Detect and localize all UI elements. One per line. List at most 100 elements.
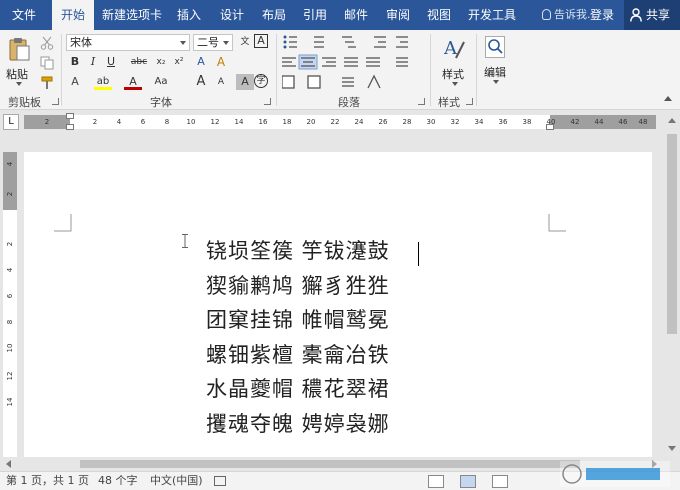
- right-indent-marker[interactable]: [546, 124, 554, 130]
- character-border-icon[interactable]: A: [254, 34, 268, 48]
- tab-home[interactable]: 开始: [52, 0, 94, 30]
- styles-launcher-icon[interactable]: [466, 98, 473, 105]
- document-area[interactable]: 铙埙筌篌 竽钹瀽鼓 猰貐鹣鸠 獬豸狌狌 团窠挂锦 帷帽鹫冕 螺钿紫檀 橐龠冶铁 …: [22, 152, 654, 457]
- ruler-number: 24: [354, 118, 364, 126]
- language-indicator[interactable]: 中文(中国): [150, 472, 203, 490]
- text-effects-dropdown[interactable]: A: [66, 74, 84, 90]
- font-size-value: 二号: [197, 36, 219, 49]
- ruler-number: 44: [594, 118, 604, 126]
- vertical-scroll-thumb[interactable]: [667, 134, 677, 334]
- text-line[interactable]: 水晶夔帽 穠花翠裙: [206, 372, 390, 407]
- clear-formatting-icon[interactable]: A: [212, 54, 230, 70]
- ruler-number: 48: [638, 118, 648, 126]
- bold-button[interactable]: B: [66, 54, 84, 70]
- web-layout-button[interactable]: [492, 475, 508, 488]
- clipboard-group-label: 剪贴板: [8, 96, 41, 109]
- ruler-number: 12: [210, 118, 220, 126]
- tab-developer[interactable]: 开发工具: [468, 0, 524, 30]
- hanging-indent-marker[interactable]: [66, 124, 74, 130]
- ruler-number: 16: [258, 118, 268, 126]
- page-count[interactable]: 第 1 页，共 1 页: [6, 472, 89, 490]
- tab-review[interactable]: 审阅: [386, 0, 412, 30]
- copy-icon[interactable]: [40, 56, 54, 70]
- paste-dropdown-icon: [16, 82, 22, 86]
- separator: [430, 34, 431, 106]
- enclose-characters-button[interactable]: 字: [254, 74, 268, 88]
- print-layout-button[interactable]: [460, 475, 476, 488]
- horizontal-scroll-thumb[interactable]: [80, 460, 580, 468]
- format-painter-icon[interactable]: [40, 76, 54, 90]
- crop-mark-top-right: [548, 214, 566, 232]
- ruler-number: 38: [522, 118, 532, 126]
- scroll-down-icon[interactable]: [668, 446, 676, 451]
- font-name-select[interactable]: 宋体: [66, 34, 190, 51]
- crop-mark-top-left: [54, 214, 72, 232]
- tab-insert[interactable]: 插入: [177, 0, 203, 30]
- text-line[interactable]: 攫魂夺魄 娉婷袅娜: [206, 407, 390, 442]
- change-case-button[interactable]: Aa: [152, 74, 170, 90]
- page[interactable]: 铙埙筌篌 竽钹瀽鼓 猰貐鹣鸠 獬豸狌狌 团窠挂锦 帷帽鹫冕 螺钿紫檀 橐龠冶铁 …: [24, 152, 652, 457]
- vertical-scrollbar[interactable]: [664, 112, 680, 457]
- text-line[interactable]: 团窠挂锦 帷帽鹫冕: [206, 303, 390, 338]
- strikethrough-button[interactable]: abc: [128, 54, 150, 70]
- scroll-up-icon[interactable]: [668, 118, 676, 123]
- lightbulb-icon: [542, 9, 551, 20]
- tab-new-tab[interactable]: 新建选项卡: [102, 0, 164, 30]
- phonetic-guide-icon[interactable]: 文: [236, 34, 254, 50]
- chevron-down-icon: [223, 41, 229, 45]
- search-icon: [485, 36, 505, 58]
- ruler-number: 10: [186, 118, 196, 126]
- font-launcher-icon[interactable]: [264, 98, 271, 105]
- ruler-number: 8: [164, 118, 170, 126]
- ruler-number: 14: [6, 397, 14, 407]
- paragraph-launcher-icon[interactable]: [418, 98, 425, 105]
- highlight-color-button[interactable]: ab: [94, 74, 112, 90]
- share-button[interactable]: 共享: [624, 0, 680, 30]
- paste-label: 粘贴: [6, 68, 28, 81]
- subscript-button[interactable]: x₂: [152, 54, 170, 70]
- paragraph-controls[interactable]: [282, 34, 432, 94]
- document-text[interactable]: 铙埙筌篌 竽钹瀽鼓 猰貐鹣鸠 獬豸狌狌 团窠挂锦 帷帽鹫冕 螺钿紫檀 橐龠冶铁 …: [206, 234, 390, 441]
- tab-mailings[interactable]: 邮件: [344, 0, 370, 30]
- tab-view[interactable]: 视图: [427, 0, 453, 30]
- tab-layout[interactable]: 布局: [262, 0, 288, 30]
- ruler-number: 2: [6, 191, 14, 197]
- character-shading-button[interactable]: A: [236, 74, 254, 90]
- underline-button[interactable]: U: [102, 54, 120, 70]
- ruler-number: 28: [402, 118, 412, 126]
- login-link[interactable]: 登录: [590, 0, 614, 30]
- collapse-ribbon-icon[interactable]: [664, 96, 672, 101]
- clipboard-launcher-icon[interactable]: [52, 98, 59, 105]
- tab-design[interactable]: 设计: [220, 0, 246, 30]
- ruler-number: 14: [234, 118, 244, 126]
- superscript-button[interactable]: x²: [170, 54, 188, 70]
- first-line-indent-marker[interactable]: [66, 113, 74, 119]
- grow-font-button[interactable]: A: [192, 74, 210, 90]
- word-count[interactable]: 48 个字: [98, 472, 138, 490]
- read-mode-button[interactable]: [428, 475, 444, 488]
- font-color-button[interactable]: A: [124, 74, 142, 90]
- italic-button[interactable]: I: [84, 54, 102, 70]
- macro-record-icon[interactable]: [214, 476, 226, 486]
- tab-references[interactable]: 引用: [303, 0, 329, 30]
- ruler-number: 6: [6, 293, 14, 299]
- tab-selector[interactable]: L: [3, 114, 19, 130]
- styles-label: 样式: [442, 68, 464, 81]
- styles-button[interactable]: A 样式: [436, 34, 472, 92]
- styles-dropdown-icon: [452, 82, 458, 86]
- share-label: 共享: [646, 8, 671, 22]
- tab-file[interactable]: 文件: [12, 0, 36, 30]
- shrink-font-button[interactable]: A: [212, 74, 230, 90]
- cut-icon[interactable]: [40, 36, 54, 50]
- styles-icon: A: [443, 38, 465, 59]
- ruler-number: 4: [6, 267, 14, 273]
- paste-button[interactable]: 粘贴: [4, 34, 34, 92]
- text-line[interactable]: 铙埙筌篌 竽钹瀽鼓: [206, 234, 390, 269]
- text-line[interactable]: 猰貐鹣鸠 獬豸狌狌: [206, 269, 390, 304]
- editing-button[interactable]: 编辑: [480, 34, 510, 92]
- font-size-select[interactable]: 二号: [193, 34, 233, 51]
- text-line[interactable]: 螺钿紫檀 橐龠冶铁: [206, 338, 390, 373]
- scroll-left-icon[interactable]: [6, 460, 11, 468]
- text-effects-button[interactable]: A: [192, 54, 210, 70]
- ruler-number: 18: [282, 118, 292, 126]
